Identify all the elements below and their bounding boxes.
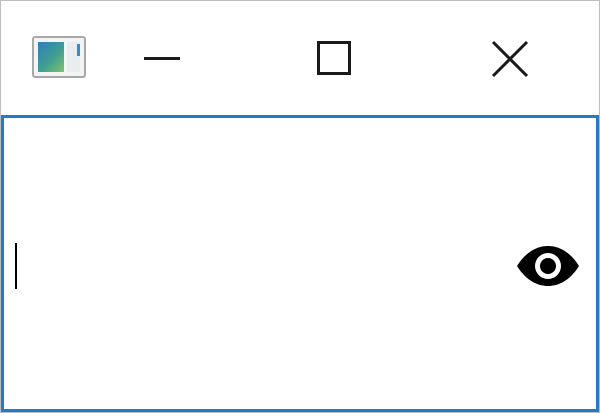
minimize-icon (144, 57, 180, 60)
eye-icon (517, 246, 579, 286)
app-icon-left-pane (38, 42, 64, 72)
password-box[interactable] (1, 115, 599, 412)
password-input[interactable] (10, 218, 500, 314)
close-button[interactable] (471, 25, 549, 91)
minimize-button[interactable] (126, 25, 196, 91)
close-icon (491, 40, 529, 78)
title-bar[interactable] (1, 1, 599, 115)
maximize-button[interactable] (297, 25, 371, 91)
reveal-password-button[interactable] (510, 236, 586, 296)
app-icon-accent (77, 44, 80, 56)
app-window-icon[interactable] (32, 36, 86, 78)
app-window (0, 0, 600, 413)
maximize-icon (317, 41, 351, 75)
text-caret (15, 243, 17, 289)
